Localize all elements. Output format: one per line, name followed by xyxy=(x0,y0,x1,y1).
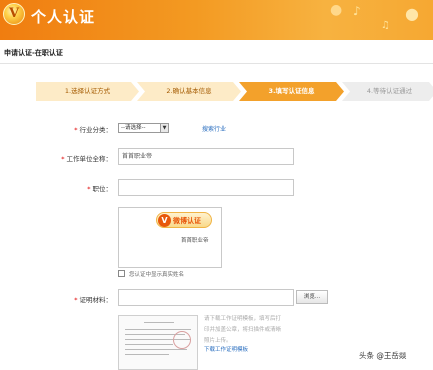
search-industry-link[interactable]: 搜索行业 xyxy=(202,124,226,133)
required-marker: * xyxy=(74,126,78,134)
industry-select-value: --请选择-- xyxy=(121,125,146,131)
doc-line xyxy=(125,354,169,355)
position-input[interactable] xyxy=(118,179,294,196)
page-title: 申请认证-在职认证 xyxy=(4,49,63,57)
company-label: * 工作单位全称： xyxy=(61,155,112,163)
upload-hint: 请下载工作证明模板，填写后打印并加盖公章，将扫描件或清晰照片上传。 xyxy=(204,316,282,344)
certificate-template-thumbnail xyxy=(118,315,198,370)
page-header-title: 个人认证 xyxy=(31,8,96,26)
watermark: 头条 @王岳燚 xyxy=(357,349,409,362)
step-3-active: 3.填写认证信息 xyxy=(239,82,344,101)
company-input[interactable]: 首首职业帝 xyxy=(118,148,294,165)
step-2: 2.确认基本信息 xyxy=(137,82,241,101)
preview-company: 首首职业帝 xyxy=(181,238,209,244)
music-note-icon: ♫ xyxy=(381,20,390,31)
industry-label: * 行业分类： xyxy=(74,126,112,134)
header-banner: V 个人认证 ♪ ♫ ● ● xyxy=(0,0,433,40)
verification-preview-card: V 微博认证 首首职业帝 xyxy=(118,207,222,268)
show-real-name-checkbox[interactable] xyxy=(118,270,125,277)
materials-label: * 证明材料： xyxy=(74,296,112,304)
weibo-v-logo-icon: V xyxy=(3,3,25,25)
music-note-icon: ♪ xyxy=(353,4,361,18)
step-4: 4.等待认证通过 xyxy=(342,82,433,101)
progress-steps: 1.选择认证方式 2.确认基本信息 3.填写认证信息 4.等待认证通过 xyxy=(36,82,433,101)
doc-line xyxy=(125,329,191,330)
doc-line xyxy=(144,322,174,323)
required-marker: * xyxy=(87,185,91,193)
position-label: * 职位： xyxy=(87,185,112,193)
doc-line xyxy=(125,349,187,350)
doc-line xyxy=(125,344,173,345)
industry-select[interactable]: --请选择-- ▼ xyxy=(118,123,169,133)
seal-stamp-icon xyxy=(173,331,191,349)
divider xyxy=(0,63,433,64)
verified-v-icon: V xyxy=(158,214,171,227)
dropdown-arrow-icon: ▼ xyxy=(160,124,168,132)
download-template-link[interactable]: 下载工作证明模板 xyxy=(204,345,248,353)
badge-label: 微博认证 xyxy=(173,217,201,225)
weibo-verified-badge: V 微博认证 xyxy=(156,212,212,228)
browse-button[interactable]: 浏览... xyxy=(296,290,328,304)
show-real-name-label: 您认证中显示真实姓名 xyxy=(129,272,185,278)
materials-file-input[interactable] xyxy=(118,289,294,306)
decor-circle-icon: ● xyxy=(405,4,419,23)
required-marker: * xyxy=(74,296,78,304)
step-1: 1.选择认证方式 xyxy=(36,82,139,101)
decor-circle-icon: ● xyxy=(330,2,343,18)
required-marker: * xyxy=(61,155,65,163)
